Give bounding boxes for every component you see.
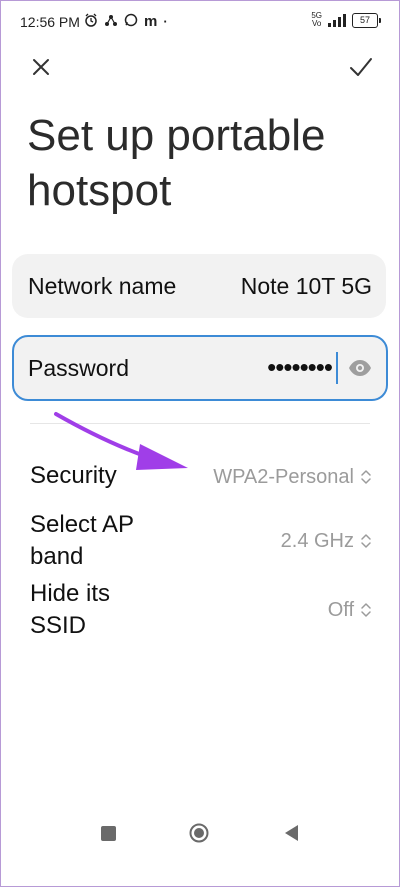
network-type-badge: 5G Vo [311,12,322,28]
network-name-field[interactable]: Network name Note 10T 5G [12,254,386,318]
status-bar: 12:56 PM m · 5G Vo 57 [0,0,400,48]
chevron-up-down-icon [361,470,371,484]
ap-band-label: Select AP band [30,511,134,570]
status-right: 5G Vo 57 [311,12,381,28]
home-button[interactable] [189,823,209,843]
volte-label: Vo [311,19,322,28]
hide-ssid-value: Off [327,599,354,621]
status-time: 12:56 PM [20,14,80,30]
security-value: WPA2-Personal [213,466,354,488]
hotspot-icon [104,13,118,30]
ap-band-row[interactable]: Select AP band 2.4 GHz [30,509,374,575]
whatsapp-icon [124,13,138,30]
page-title: Set up portable hotspot [27,111,326,215]
battery-level: 57 [359,14,370,25]
network-name-label: Network name [28,273,177,299]
close-icon [33,59,49,75]
ap-band-value: 2.4 GHz [280,530,354,552]
back-button[interactable] [283,824,299,842]
eye-icon[interactable] [348,358,372,378]
messenger-m-icon: m [144,12,158,30]
alarm-icon [84,13,98,30]
security-row[interactable]: Security WPA2-Personal [30,460,374,496]
checkmark-icon [350,58,372,76]
password-field[interactable]: Password •••••••• [12,335,388,401]
recents-button[interactable] [101,826,116,841]
battery-icon: 57 [352,12,381,28]
chevron-up-down-icon [361,603,371,617]
network-name-value[interactable]: Note 10T 5G [241,272,372,300]
text-cursor [336,352,338,384]
password-value[interactable]: •••••••• [267,353,333,381]
signal-icon [328,13,346,27]
hide-ssid-row[interactable]: Hide its SSID Off [30,578,374,644]
confirm-button[interactable] [346,52,376,82]
more-notifications-icon: · [163,13,168,29]
close-button[interactable] [26,52,56,82]
security-label: Security [30,462,117,489]
chevron-up-down-icon [361,534,371,548]
password-label: Password [28,355,129,381]
hide-ssid-label: Hide its SSID [30,580,111,639]
notification-icons: m · [84,13,168,30]
divider [30,423,370,424]
